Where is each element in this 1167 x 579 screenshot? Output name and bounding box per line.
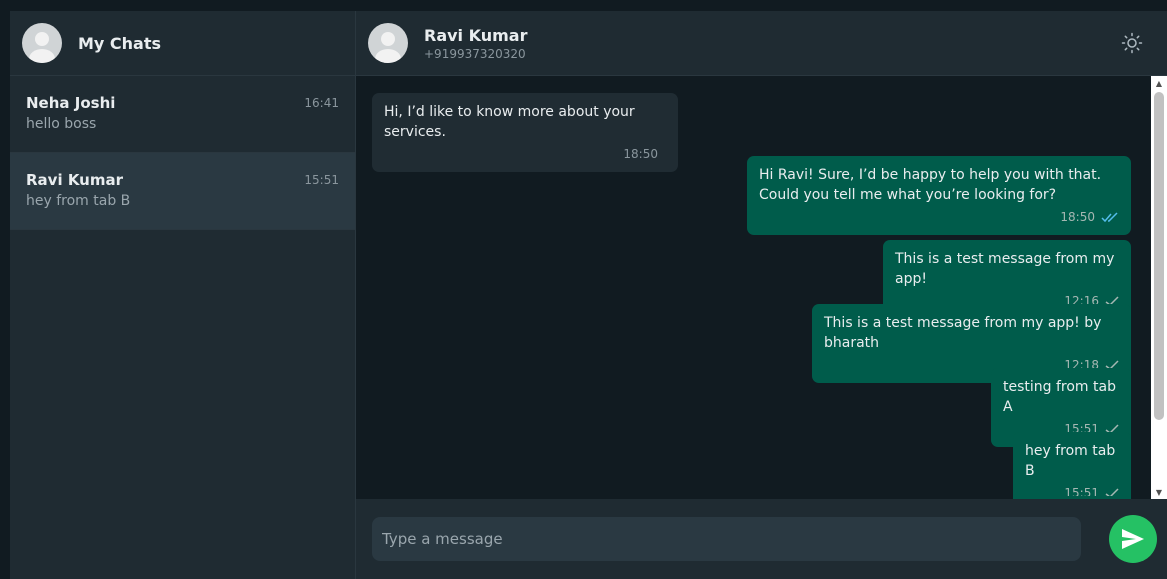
contact-avatar[interactable] xyxy=(368,23,408,63)
message-text: Hi, I’d like to know more about your ser… xyxy=(384,104,635,140)
chat-name: Neha Joshi xyxy=(26,94,116,112)
user-avatar[interactable] xyxy=(22,23,62,63)
message-composer xyxy=(356,499,1167,579)
chat-time: 16:41 xyxy=(304,96,339,110)
message-bubble-outgoing[interactable]: Hi Ravi! Sure, I’d be happy to help you … xyxy=(747,156,1131,235)
contact-phone: +919937320320 xyxy=(424,46,526,61)
message-meta: 18:50 xyxy=(759,207,1119,227)
send-button[interactable] xyxy=(1109,515,1157,563)
contact-avatar-icon xyxy=(375,32,401,63)
message-text: testing from tab A xyxy=(1003,379,1116,415)
sidebar-header: My Chats xyxy=(10,11,355,76)
scroll-down-arrow-icon[interactable]: ▼ xyxy=(1151,485,1167,499)
theme-toggle-button[interactable] xyxy=(1121,32,1143,54)
contact-name: Ravi Kumar xyxy=(424,25,528,45)
contact-info: Ravi Kumar +919937320320 xyxy=(424,26,527,61)
chat-preview: hello boss xyxy=(26,116,97,132)
message-scrollbar[interactable]: ▲ ▼ xyxy=(1151,76,1167,499)
message-area[interactable]: Hi, I’d like to know more about your ser… xyxy=(356,76,1167,499)
chat-list-item-ravi-kumar[interactable]: Ravi Kumar hey from tab B 15:51 xyxy=(10,153,355,230)
scroll-thumb[interactable] xyxy=(1154,92,1164,420)
conversation-header: Ravi Kumar +919937320320 xyxy=(356,11,1167,76)
message-bubble-incoming[interactable]: Hi, I’d like to know more about your ser… xyxy=(372,93,678,172)
scroll-up-arrow-icon[interactable]: ▲ xyxy=(1151,76,1167,90)
chat-app: My Chats Neha Joshi hello boss 16:41 Rav… xyxy=(10,11,1167,579)
message-bubble-outgoing[interactable]: hey from tab B 15:51 xyxy=(1013,432,1131,499)
message-text: Hi Ravi! Sure, I’d be happy to help you … xyxy=(759,167,1102,203)
chat-name: Ravi Kumar xyxy=(26,171,124,189)
send-icon xyxy=(1122,529,1144,549)
sun-icon xyxy=(1121,32,1143,54)
chat-list-item-neha-joshi[interactable]: Neha Joshi hello boss 16:41 xyxy=(10,76,355,153)
conversation-panel: Ravi Kumar +919937320320 Hi, I’d like to… xyxy=(356,11,1167,579)
chat-preview: hey from tab B xyxy=(26,193,131,209)
message-text: This is a test message from my app! xyxy=(895,251,1115,287)
double-check-icon xyxy=(1101,211,1118,222)
message-time: 18:50 xyxy=(1060,210,1095,224)
sidebar: My Chats Neha Joshi hello boss 16:41 Rav… xyxy=(10,11,356,579)
sidebar-title: My Chats xyxy=(78,33,162,53)
message-time: 18:50 xyxy=(623,147,658,161)
chat-time: 15:51 xyxy=(304,173,339,187)
message-input[interactable] xyxy=(372,517,1081,561)
message-text: hey from tab B xyxy=(1025,443,1116,479)
message-meta: 18:50 xyxy=(384,144,666,164)
message-text: This is a test message from my app! by b… xyxy=(824,315,1102,351)
user-avatar-icon xyxy=(29,32,55,63)
